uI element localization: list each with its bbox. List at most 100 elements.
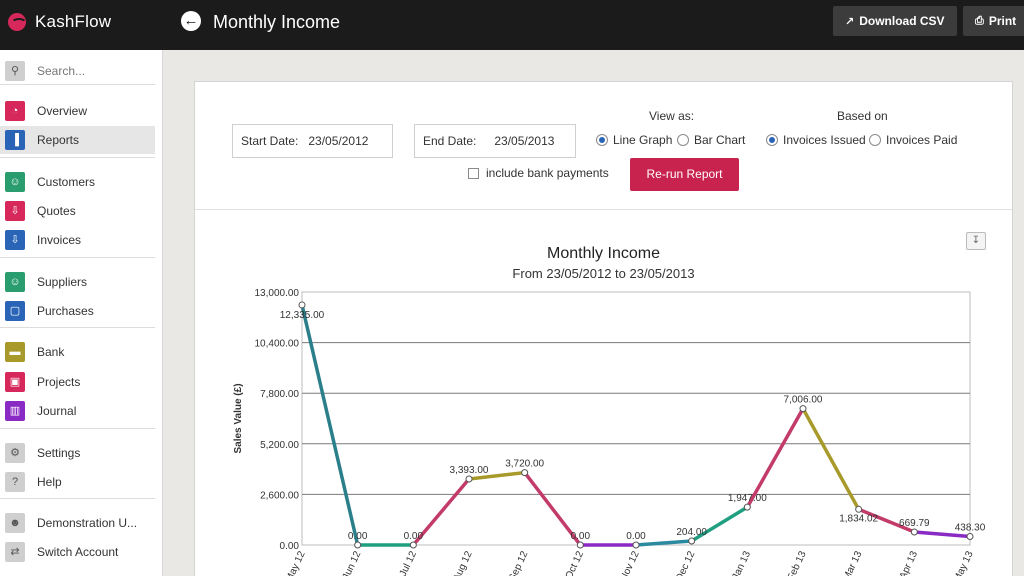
- quote-icon: ⇩: [5, 201, 25, 221]
- user-icon: ☻: [5, 513, 25, 533]
- sidebar-item-purchases[interactable]: ▢ Purchases: [0, 297, 155, 325]
- y-tick-label: 10,400.00: [255, 339, 300, 350]
- data-point: [354, 541, 362, 549]
- export-icon: ↗: [845, 15, 855, 28]
- data-point: [966, 532, 974, 540]
- data-label: 0.00: [404, 531, 424, 542]
- x-tick-label: Feb 13: [786, 549, 809, 576]
- sidebar-item-projects[interactable]: ▣ Projects: [0, 368, 155, 396]
- sidebar-item-customers[interactable]: ☺ Customers: [0, 168, 155, 196]
- x-tick-label: Apr 13: [898, 549, 921, 576]
- gauge-icon: ◔: [5, 101, 25, 121]
- gear-icon: ⚙: [5, 443, 25, 463]
- sidebar-item-bank[interactable]: ▬ Bank: [0, 338, 155, 366]
- sidebar-item-label: Overview: [37, 104, 88, 118]
- data-point: [799, 405, 807, 413]
- x-tick-label: Jan 13: [730, 549, 753, 576]
- data-point: [743, 503, 751, 511]
- plot-frame: [301, 291, 971, 546]
- sidebar-item-label: Projects: [37, 375, 81, 389]
- y-tick-label: 2,600.00: [260, 490, 299, 501]
- journal-icon: ▥: [5, 401, 25, 421]
- data-point: [298, 301, 306, 309]
- data-label: 12,335.00: [280, 310, 325, 321]
- data-label: 3,393.00: [450, 465, 489, 476]
- sidebar: ⚲ Search... ◔ Overview ▐ Reports ☺ Customers ⇩…: [0, 50, 163, 576]
- sidebar-item-suppliers[interactable]: ☺ Suppliers: [0, 268, 155, 296]
- print-button[interactable]: ⎙ Print: [963, 6, 1024, 36]
- switch-icon: ⇄: [5, 542, 25, 562]
- x-tick-label: Jun 12: [341, 549, 364, 576]
- y-tick-label: 13,000.00: [255, 288, 300, 299]
- data-point: [688, 537, 696, 545]
- sidebar-item-label: Journal: [37, 404, 77, 418]
- sidebar-item-label: Bank: [37, 345, 65, 359]
- x-tick-label: Dec 12: [674, 549, 698, 576]
- data-point: [576, 541, 584, 549]
- sidebar-item-help[interactable]: ? Help: [0, 468, 155, 496]
- sidebar-item-label: Reports: [37, 133, 80, 147]
- y-tick-label: 5,200.00: [260, 440, 299, 451]
- x-tick-label: Mar 13: [841, 549, 864, 576]
- help-icon: ?: [5, 472, 25, 492]
- sidebar-item-label: Suppliers: [37, 275, 88, 289]
- sidebar-item-label: Demonstration U...: [37, 516, 138, 530]
- data-point: [910, 528, 918, 536]
- sidebar-item-label: Switch Account: [37, 545, 119, 559]
- download-csv-button[interactable]: ↗ Download CSV: [833, 6, 957, 36]
- invoice-icon: ⇩: [5, 230, 25, 250]
- search-icon: ⚲: [5, 61, 25, 81]
- x-tick-label: May 12: [284, 549, 308, 576]
- print-label: Print: [988, 14, 1017, 28]
- data-label: 0.00: [626, 531, 646, 542]
- top-bar: KashFlow ← Monthly Income ↗ Download CSV…: [0, 0, 1024, 50]
- y-axis-label: Sales Value (£): [233, 383, 244, 453]
- data-label: 1,834.02: [839, 513, 878, 524]
- search-input[interactable]: ⚲ Search...: [0, 58, 160, 84]
- page-title: Monthly Income: [213, 12, 341, 32]
- kashflow-logo-icon: [8, 13, 27, 31]
- brand[interactable]: KashFlow: [8, 10, 111, 34]
- data-label: 3,720.00: [505, 459, 544, 470]
- sidebar-item-switch-account[interactable]: ⇄ Switch Account: [0, 538, 155, 566]
- data-label: 7,006.00: [784, 395, 823, 406]
- sidebar-item-journal[interactable]: ▥ Journal: [0, 397, 155, 425]
- sidebar-divider: [0, 428, 155, 429]
- data-label: 438.30: [955, 522, 986, 533]
- sidebar-item-overview[interactable]: ◔ Overview: [0, 97, 155, 125]
- x-tick-label: Jul 12: [398, 549, 419, 576]
- sidebar-divider: [0, 84, 155, 85]
- sidebar-item-quotes[interactable]: ⇩ Quotes: [0, 197, 155, 225]
- sidebar-item-label: Invoices: [37, 233, 82, 247]
- x-tick-label: Nov 12: [618, 549, 642, 576]
- data-point: [465, 475, 473, 483]
- data-point: [409, 541, 417, 549]
- data-label: 1,947.00: [728, 493, 767, 504]
- people-icon: ☺: [5, 272, 25, 292]
- back-arrow-icon[interactable]: ←: [181, 11, 201, 31]
- printer-icon: ⎙: [975, 14, 984, 27]
- briefcase-icon: ▣: [5, 372, 25, 392]
- sidebar-item-label: Quotes: [37, 204, 76, 218]
- brand-name: KashFlow: [35, 12, 112, 31]
- data-point: [855, 505, 863, 513]
- line-chart: 0.00 2,600.00 5,200.00 7,800.00 10,400.00 13,…: [233, 288, 986, 576]
- y-tick-label: 7,800.00: [260, 389, 299, 400]
- purchase-icon: ▢: [5, 301, 25, 321]
- data-point: [521, 469, 529, 477]
- sidebar-item-demonstration-u[interactable]: ☻ Demonstration U...: [0, 509, 155, 537]
- sidebar-item-settings[interactable]: ⚙ Settings: [0, 439, 155, 467]
- download-csv-label: Download CSV: [859, 14, 945, 28]
- people-icon: ☺: [5, 172, 25, 192]
- data-point: [632, 541, 640, 549]
- bar-chart-icon: ▐: [5, 130, 25, 150]
- x-tick-label: Sep 12: [507, 549, 531, 576]
- search-placeholder: Search...: [37, 64, 86, 78]
- sidebar-item-label: Help: [37, 475, 62, 489]
- data-label: 0.00: [571, 531, 591, 542]
- data-label: 204.00: [676, 527, 707, 538]
- bank-icon: ▬: [5, 342, 25, 362]
- sidebar-item-reports[interactable]: ▐ Reports: [0, 126, 155, 154]
- sidebar-item-invoices[interactable]: ⇩ Invoices: [0, 226, 155, 254]
- sidebar-item-label: Customers: [37, 175, 96, 189]
